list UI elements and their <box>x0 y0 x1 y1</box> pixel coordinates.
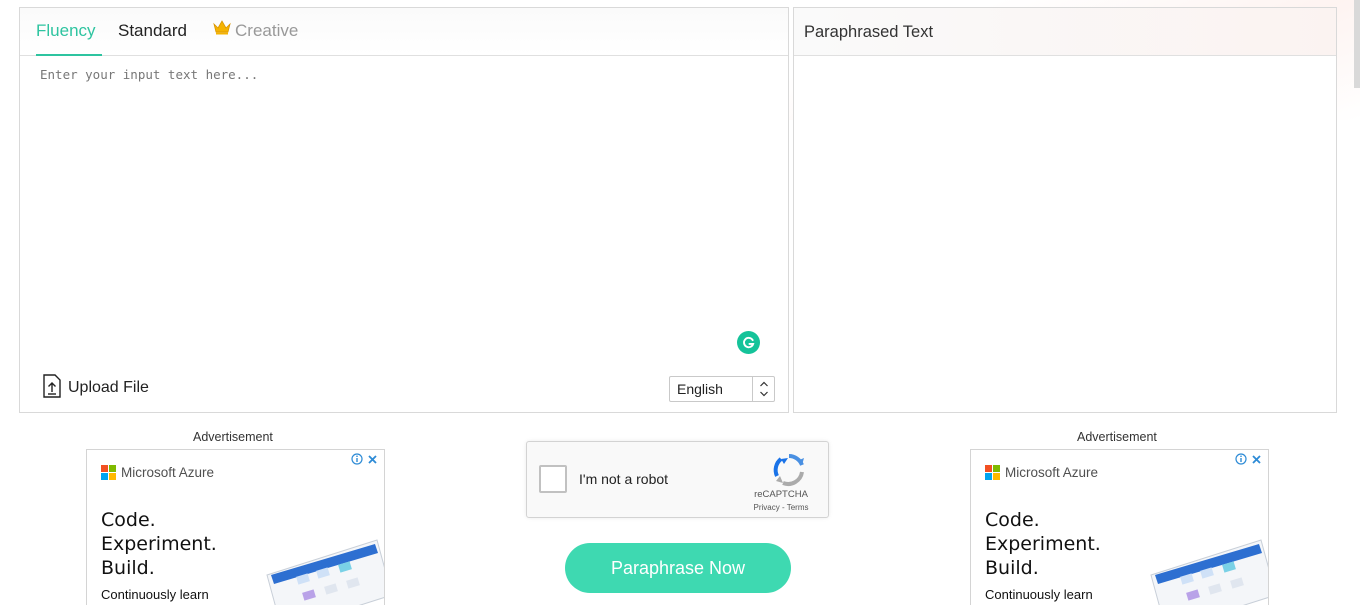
recaptcha-links[interactable]: Privacy - Terms <box>746 503 816 512</box>
mode-tabs: Fluency Standard Creative <box>20 8 788 56</box>
close-icon[interactable] <box>367 454 378 465</box>
microsoft-logo-icon <box>985 465 1000 480</box>
info-icon[interactable] <box>1235 453 1247 465</box>
page-scrollbar[interactable] <box>1354 0 1360 88</box>
tab-standard[interactable]: Standard <box>118 8 187 56</box>
grammarly-icon[interactable] <box>737 331 760 354</box>
close-icon[interactable] <box>1251 454 1262 465</box>
upload-file-label: Upload File <box>68 379 149 396</box>
recaptcha-brand: reCAPTCHA <box>754 489 808 500</box>
tab-standard-label: Standard <box>118 21 187 40</box>
ad-label-right: Advertisement <box>1077 430 1157 444</box>
laptop-illustration-icon <box>1150 539 1268 605</box>
tab-creative[interactable]: Creative <box>213 8 298 56</box>
select-arrows-icon <box>752 377 774 401</box>
recaptcha-label: I'm not a robot <box>579 471 669 487</box>
ad-brand-text: Microsoft Azure <box>1005 465 1099 480</box>
laptop-illustration-icon <box>266 539 384 605</box>
ad-headline-line: Build. <box>101 557 155 579</box>
ad-choices[interactable] <box>1235 453 1262 465</box>
ad-headline: Code. Experiment. Build. <box>101 508 217 580</box>
ad-headline-line: Build. <box>985 557 1039 579</box>
recaptcha-widget: I'm not a robot reCAPTCHA Privacy - Term… <box>526 441 829 518</box>
output-panel: Paraphrased Text <box>793 7 1337 413</box>
output-title: Paraphrased Text <box>794 8 1336 56</box>
paraphrase-now-button[interactable]: Paraphrase Now <box>565 543 791 593</box>
upload-file-icon <box>42 373 62 403</box>
ad-headline-line: Experiment. <box>101 533 217 555</box>
recaptcha-logo-icon <box>773 454 804 486</box>
ad-brand: Microsoft Azure <box>985 465 1098 480</box>
input-text-area[interactable] <box>20 57 788 347</box>
upload-file-button[interactable]: Upload File <box>42 373 149 403</box>
ad-headline-line: Code. <box>101 509 156 531</box>
ad-brand: Microsoft Azure <box>101 465 214 480</box>
recaptcha-checkbox[interactable] <box>539 465 567 493</box>
tab-fluency-label: Fluency <box>36 21 96 40</box>
ad-label-left: Advertisement <box>193 430 273 444</box>
language-selected-value: English <box>677 381 723 397</box>
ad-right[interactable]: Microsoft Azure Code. Experiment. Build.… <box>970 449 1269 605</box>
ad-headline-line: Code. <box>985 509 1040 531</box>
crown-icon <box>213 7 231 53</box>
ad-headline: Code. Experiment. Build. <box>985 508 1101 580</box>
ad-choices[interactable] <box>351 453 378 465</box>
tab-creative-label: Creative <box>235 21 299 40</box>
ad-subline: Continuously learn <box>985 587 1093 602</box>
ad-brand-text: Microsoft Azure <box>121 465 215 480</box>
tab-fluency[interactable]: Fluency <box>36 8 102 56</box>
ad-headline-line: Experiment. <box>985 533 1101 555</box>
ad-subline: Continuously learn <box>101 587 209 602</box>
info-icon[interactable] <box>351 453 363 465</box>
microsoft-logo-icon <box>101 465 116 480</box>
ad-left[interactable]: Microsoft Azure Code. Experiment. Build.… <box>86 449 385 605</box>
language-select[interactable]: English <box>669 376 775 402</box>
input-panel: Fluency Standard Creative Enter your inp… <box>19 7 789 413</box>
